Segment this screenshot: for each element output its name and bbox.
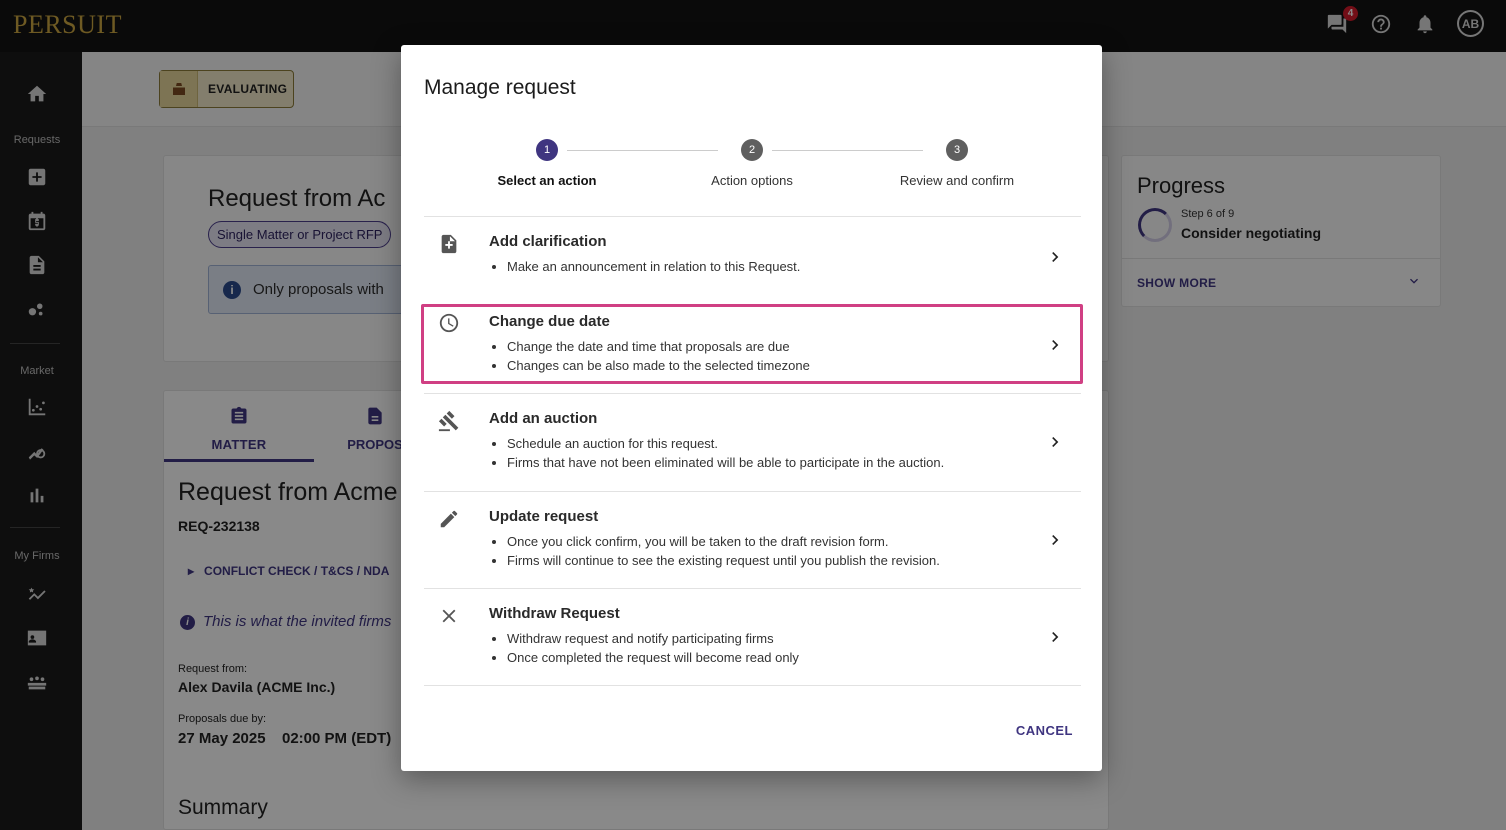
action-description: Withdraw request and notify participatin…	[507, 630, 799, 667]
chevron-right-icon[interactable]	[1045, 247, 1065, 267]
chevron-right-icon[interactable]	[1045, 432, 1065, 452]
action-bullet: Firms will continue to see the existing …	[507, 552, 940, 571]
action-title: Change due date	[489, 313, 610, 330]
action-bullet: Firms that have not been eliminated will…	[507, 454, 944, 473]
divider	[424, 685, 1081, 686]
action-bullet: Once completed the request will become r…	[507, 649, 799, 668]
dialog-title: Manage request	[424, 76, 576, 99]
action-update-request[interactable]: Update request Once you click confirm, y…	[424, 491, 1081, 588]
action-description: Schedule an auction for this request. Fi…	[507, 435, 944, 472]
gavel-icon	[438, 410, 460, 432]
chevron-right-icon[interactable]	[1045, 335, 1065, 355]
document-add-icon	[438, 233, 460, 255]
action-description: Make an announcement in relation to this…	[507, 258, 800, 277]
step-select-action: 1 Select an action	[457, 139, 637, 188]
action-bullet: Change the date and time that proposals …	[507, 338, 810, 357]
action-add-auction[interactable]: Add an auction Schedule an auction for t…	[424, 393, 1081, 491]
step-label: Action options	[711, 173, 793, 188]
action-bullet: Schedule an auction for this request.	[507, 435, 944, 454]
action-bullet: Make an announcement in relation to this…	[507, 258, 800, 277]
action-title: Withdraw Request	[489, 605, 620, 622]
action-change-due-date[interactable]: Change due date Change the date and time…	[424, 304, 1081, 393]
action-title: Update request	[489, 508, 599, 525]
step-action-options: 2 Action options	[662, 139, 842, 188]
chevron-right-icon[interactable]	[1045, 530, 1065, 550]
action-title: Add clarification	[489, 233, 607, 250]
manage-request-dialog: Manage request 1 Select an action 2 Acti…	[401, 45, 1102, 771]
stepper: 1 Select an action 2 Action options 3 Re…	[424, 139, 1080, 199]
action-withdraw-request[interactable]: Withdraw Request Withdraw request and no…	[424, 588, 1081, 685]
step-number: 2	[741, 139, 763, 161]
action-title: Add an auction	[489, 410, 598, 427]
action-add-clarification[interactable]: Add clarification Make an announcement i…	[424, 216, 1081, 304]
step-review-confirm: 3 Review and confirm	[867, 139, 1047, 188]
step-label: Select an action	[497, 173, 597, 188]
action-description: Once you click confirm, you will be take…	[507, 533, 940, 570]
action-bullet: Withdraw request and notify participatin…	[507, 630, 799, 649]
action-description: Change the date and time that proposals …	[507, 338, 810, 375]
chevron-right-icon[interactable]	[1045, 627, 1065, 647]
close-icon	[438, 605, 460, 627]
clock-icon	[438, 312, 460, 334]
step-number: 3	[946, 139, 968, 161]
action-bullet: Changes can be also made to the selected…	[507, 357, 810, 376]
step-number: 1	[536, 139, 558, 161]
pencil-icon	[438, 508, 460, 530]
cancel-button[interactable]: CANCEL	[1016, 723, 1073, 738]
action-bullet: Once you click confirm, you will be take…	[507, 533, 940, 552]
step-label: Review and confirm	[899, 173, 1015, 188]
